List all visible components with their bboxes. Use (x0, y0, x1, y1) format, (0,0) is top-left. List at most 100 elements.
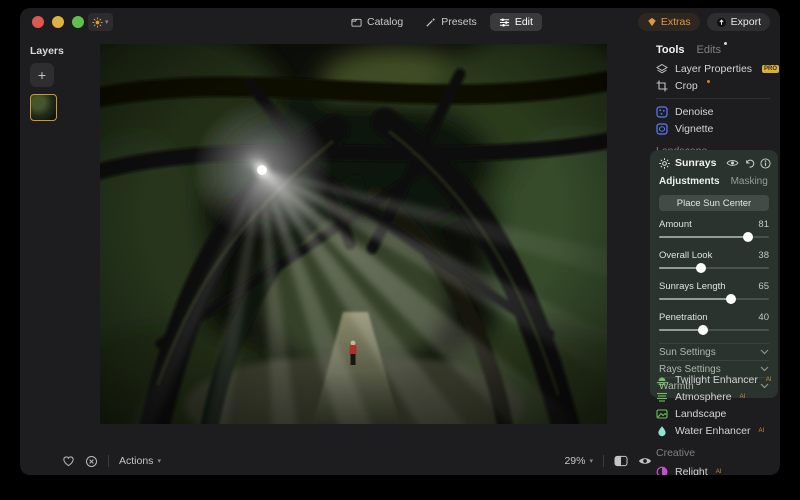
chevron-down-icon: ▾ (157, 458, 161, 465)
slider-track[interactable] (659, 232, 769, 242)
chevron-down-icon (760, 349, 769, 355)
section-label: Sun Settings (659, 347, 716, 358)
place-sun-center-button[interactable]: Place Sun Center (659, 195, 769, 211)
ai-superscript: AI (758, 428, 764, 434)
extras-label: Extras (661, 16, 691, 28)
export-button[interactable]: Export (707, 13, 770, 31)
tool-atmosphere[interactable]: Atmosphere AI (640, 388, 780, 405)
export-icon (716, 17, 727, 28)
tab-tools[interactable]: Tools (656, 44, 685, 56)
relight-icon (656, 466, 668, 476)
sunrays-visibility-toggle[interactable] (726, 158, 739, 168)
compare-button[interactable] (614, 455, 628, 467)
tool-layer-properties[interactable]: Layer Properties PRO (640, 60, 780, 77)
eye-icon (726, 158, 739, 168)
ai-superscript: AI (766, 377, 772, 383)
app-window: ▾ Catalog Presets (20, 8, 780, 475)
slider-sunrays-length: Sunrays Length 65 (659, 281, 769, 304)
landscape-tools-list: Twilight Enhancer AI Atmosphere AI Lands… (640, 371, 780, 475)
ai-superscript: AI (740, 394, 746, 400)
slider-track[interactable] (659, 263, 769, 273)
sunrays-reset-button[interactable] (744, 158, 755, 169)
sunrays-tabs: Adjustments Masking (659, 176, 769, 187)
export-label: Export (731, 16, 761, 28)
actions-label: Actions (119, 455, 153, 467)
add-layer-button[interactable]: + (30, 63, 54, 87)
slider-label: Overall Look (659, 250, 712, 261)
catalog-icon (351, 17, 362, 28)
tool-vignette[interactable]: Vignette (640, 120, 780, 137)
sunrays-title: Sunrays (675, 157, 716, 169)
slider-thumb[interactable] (743, 232, 753, 242)
tab-masking[interactable]: Masking (731, 176, 768, 187)
atmosphere-icon (656, 391, 668, 403)
slider-value: 81 (758, 219, 769, 230)
slider-overall-look: Overall Look 38 (659, 250, 769, 273)
slider-label: Amount (659, 219, 692, 230)
section-sun-settings[interactable]: Sun Settings (659, 343, 769, 360)
tab-edit[interactable]: Edit (490, 13, 542, 31)
slider-thumb[interactable] (698, 325, 708, 335)
tool-label: Water Enhancer (675, 425, 750, 437)
actions-dropdown[interactable]: Actions ▾ (119, 455, 161, 467)
panel-divider (656, 98, 770, 99)
tab-edit-label: Edit (515, 16, 533, 28)
sunrays-info-button[interactable] (760, 158, 771, 169)
slider-track[interactable] (659, 294, 769, 304)
layer-thumbnail-selected[interactable] (30, 94, 57, 121)
slider-label: Sunrays Length (659, 281, 726, 292)
slider-thumb[interactable] (726, 294, 736, 304)
favorite-button[interactable] (62, 455, 75, 467)
slider-thumb[interactable] (696, 263, 706, 273)
sunrays-header: Sunrays (659, 157, 769, 169)
tool-landscape[interactable]: Landscape (640, 405, 780, 422)
zoom-window-button[interactable] (72, 16, 84, 28)
compare-split-icon (614, 455, 628, 467)
reject-button[interactable] (85, 455, 98, 468)
ai-superscript: AI (716, 469, 722, 475)
info-icon (760, 158, 771, 169)
tool-denoise[interactable]: Denoise (640, 103, 780, 120)
sun-center-handle[interactable] (257, 165, 267, 175)
chevron-down-icon: ▾ (589, 458, 593, 465)
denoise-icon (656, 106, 668, 118)
minimize-window-button[interactable] (52, 16, 64, 28)
footer-divider (108, 455, 109, 467)
zoom-level-dropdown[interactable]: 29% ▾ (564, 455, 593, 467)
slider-track[interactable] (659, 325, 769, 335)
tab-edits-label: Edits (697, 44, 721, 56)
slider-label: Penetration (659, 312, 708, 323)
tab-presets-label: Presets (441, 16, 477, 28)
edited-indicator-dot (707, 80, 710, 83)
sunrays-icon (659, 158, 670, 169)
tab-presets[interactable]: Presets (416, 13, 486, 31)
tab-edits[interactable]: Edits (697, 44, 721, 56)
forest-photo (100, 44, 607, 424)
tool-twilight-enhancer[interactable]: Twilight Enhancer AI (640, 371, 780, 388)
extras-button[interactable]: Extras (638, 13, 700, 31)
slider-value: 40 (758, 312, 769, 323)
tool-crop[interactable]: Crop (640, 77, 780, 94)
tool-label: Landscape (675, 408, 726, 420)
slider-amount: Amount 81 (659, 219, 769, 242)
undo-icon (744, 158, 755, 169)
slider-value: 65 (758, 281, 769, 292)
photo-canvas[interactable] (100, 44, 607, 424)
layers-panel-title: Layers (30, 45, 64, 57)
tab-catalog[interactable]: Catalog (342, 13, 412, 31)
tab-adjustments[interactable]: Adjustments (659, 176, 720, 187)
sunrays-tool-panel: Sunrays (650, 150, 778, 398)
tool-relight[interactable]: Relight AI (640, 463, 780, 475)
section-creative-header: Creative (640, 439, 780, 463)
chevron-down-icon: ▾ (105, 19, 109, 26)
edit-sliders-icon (499, 17, 510, 28)
close-window-button[interactable] (32, 16, 44, 28)
pro-badge: PRO (762, 65, 779, 73)
layer-properties-icon (656, 63, 668, 75)
reject-circle-icon (85, 455, 98, 468)
tool-water-enhancer[interactable]: Water Enhancer AI (640, 422, 780, 439)
footer-divider (603, 455, 604, 467)
tool-label: Atmosphere (675, 391, 732, 403)
assistant-menu-button[interactable]: ▾ (88, 13, 113, 31)
zoom-level-value: 29% (564, 455, 585, 467)
